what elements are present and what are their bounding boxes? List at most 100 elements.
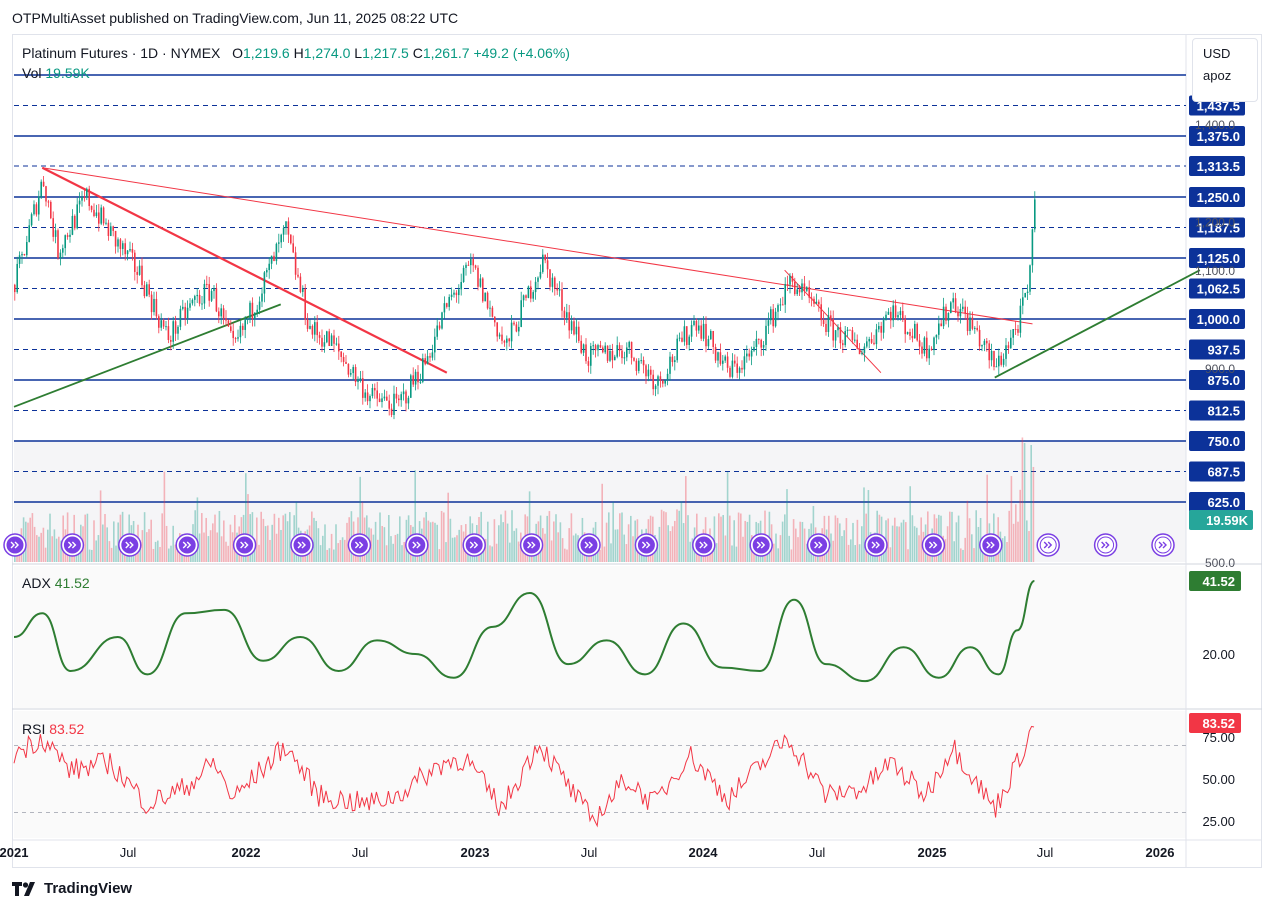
candle-body [861,352,863,355]
candle-body [410,375,412,398]
candle-body [515,324,518,332]
volume-bar [511,510,513,562]
candle-body [465,264,467,268]
candle-body [299,276,302,292]
candle-body [467,264,470,266]
volume-bar [660,509,663,562]
volume-bar [451,537,454,562]
candle-body [196,294,198,297]
event-marker-icon[interactable] [462,533,486,557]
candle-body [314,322,316,335]
volume-bar [795,528,797,562]
volume-bar [399,516,401,562]
candle-body [388,400,390,409]
event-marker-icon[interactable] [290,533,314,557]
candle-body [69,234,71,237]
volume-bar [671,526,674,562]
event-marker-icon[interactable] [1151,533,1175,557]
candle-body [33,204,35,215]
candle-body [215,288,218,312]
candle-body [222,308,225,319]
tradingview-footer[interactable]: TradingView [12,880,132,897]
volume-bar [847,544,850,562]
volume-bar [275,533,278,562]
volume-bar [733,520,735,562]
price-axis-tick: 1,400.0 [1195,118,1235,132]
adx-axis-tick: 20.00 [1202,647,1235,662]
event-marker-icon[interactable] [806,533,831,557]
event-marker-icon[interactable] [692,533,716,557]
volume-bar [214,514,216,562]
candle-body [477,267,479,287]
candle-body [796,289,798,295]
event-marker-icon[interactable] [405,533,429,557]
event-marker-core [236,536,254,554]
event-marker-icon[interactable] [1093,533,1118,557]
volume-bar [146,532,148,562]
event-marker-icon[interactable] [347,533,372,557]
volume-bar [108,541,111,562]
candle-body [330,335,333,347]
candle-body [155,298,158,317]
candle-body [774,311,777,327]
event-marker-icon[interactable] [1036,533,1060,557]
event-marker-icon[interactable] [921,533,946,557]
candle-body [976,327,978,330]
event-marker-icon[interactable] [118,533,142,557]
event-marker-core [695,536,713,554]
event-marker-icon[interactable] [60,533,85,557]
candle-body [606,345,609,361]
currency-unit-selector[interactable]: USD apoz [1192,38,1258,102]
candle-body [150,294,153,313]
candle-body [616,345,618,357]
candle-body [618,345,621,351]
candle-body [638,360,640,371]
candle-body [666,373,669,381]
candle-body [945,306,947,321]
candle-body [942,306,945,327]
candle-body [758,338,760,340]
candle-body [64,235,66,249]
candle-body [674,360,676,363]
volume-bar [777,548,779,562]
volume-bar [889,547,892,562]
volume-bar [289,512,291,562]
volume-bar [726,471,729,562]
candle-body [753,346,755,351]
event-marker-core [523,536,541,554]
event-marker-icon[interactable] [634,533,659,557]
volume-bar [570,513,573,562]
candle-body [868,339,870,342]
event-marker-icon[interactable] [175,533,199,557]
event-marker-icon[interactable] [979,533,1003,557]
event-marker-icon[interactable] [519,533,544,557]
event-marker-icon[interactable] [864,533,888,557]
candle-body [818,301,820,305]
candle-body [258,301,261,310]
volume-bar [438,549,441,562]
volume-bar [42,527,45,562]
volume-bar [317,528,320,562]
currency-label[interactable]: USD [1193,39,1257,61]
candle-body [179,308,182,327]
candle-body [885,314,887,320]
candle-body [184,306,186,319]
symbol-name[interactable]: Platinum Futures · 1D · NYMEX [22,45,220,61]
candle-body [86,188,88,198]
candle-body [1031,229,1034,266]
candle-body [254,312,256,319]
event-marker-icon[interactable] [577,533,601,557]
candle-body [789,275,791,285]
candle-body [124,243,126,255]
volume-bar [797,537,799,562]
event-marker-icon[interactable] [749,533,773,557]
event-marker-icon[interactable] [232,533,257,557]
chart-canvas[interactable]: 1,437.51,375.01,313.51,250.01,187.51,125… [0,0,1275,913]
volume-bar [456,535,458,562]
candle-body [950,302,952,314]
volume-bar [425,511,427,562]
unit-label[interactable]: apoz [1193,61,1257,83]
event-marker-icon[interactable] [3,533,27,557]
volume-bar [141,530,144,562]
volume-bar [31,513,34,562]
